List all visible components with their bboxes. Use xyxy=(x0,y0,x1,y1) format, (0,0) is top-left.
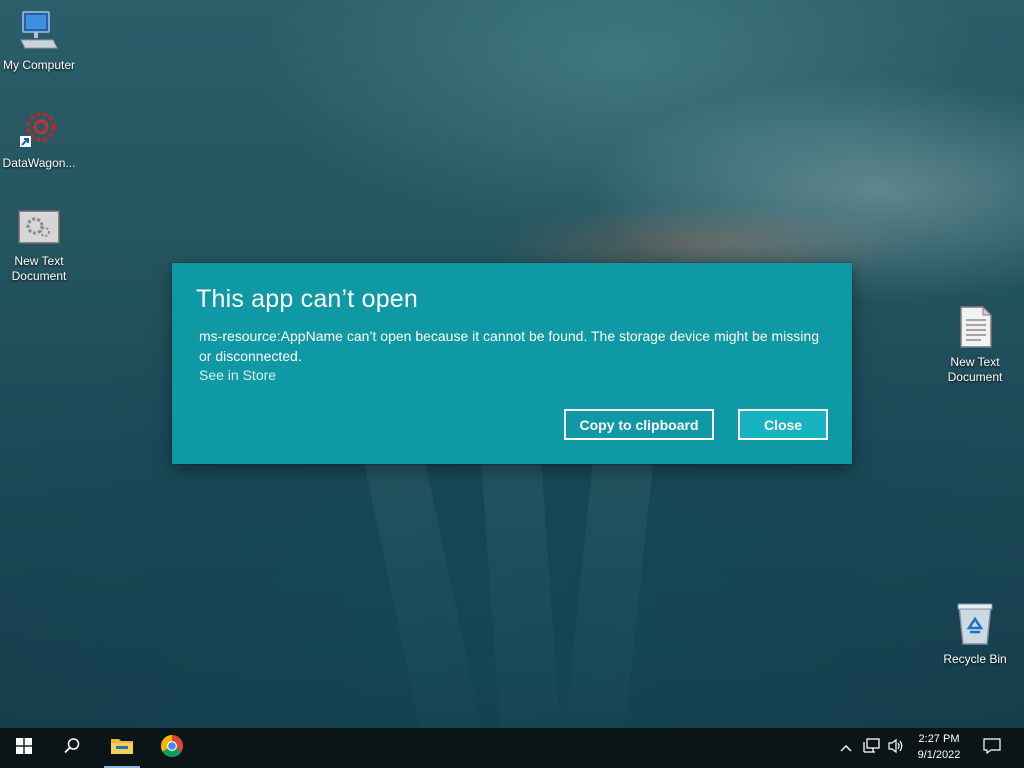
desktop-icon-label: New Text Document xyxy=(11,254,67,283)
desktop-icon-new-text-document-right[interactable]: New Text Document xyxy=(936,305,1014,385)
desktop-icon-label: New Text Document xyxy=(947,355,1003,384)
desktop-icon-datawagon[interactable]: DataWagon... xyxy=(0,108,78,171)
copy-to-clipboard-button[interactable]: Copy to clipboard xyxy=(564,409,714,440)
app-cant-open-dialog: This app can’t open ms-resource:AppName … xyxy=(172,263,852,464)
desktop-icon-label: DataWagon... xyxy=(2,156,76,170)
clock-time: 2:27 PM xyxy=(918,733,960,745)
speaker-icon xyxy=(887,738,905,759)
see-in-store-link[interactable]: See in Store xyxy=(199,367,276,383)
show-hidden-icons-button[interactable] xyxy=(838,738,854,758)
datawagon-shortcut-icon xyxy=(0,108,78,154)
notification-icon xyxy=(983,737,1001,759)
desktop: My Computer DataWagon... New Text Docume… xyxy=(0,0,1024,728)
settings-document-icon xyxy=(0,208,78,252)
search-button[interactable] xyxy=(48,728,96,768)
file-explorer-icon xyxy=(110,736,134,761)
computer-icon xyxy=(0,10,78,56)
network-icon xyxy=(863,737,881,759)
chrome-button[interactable] xyxy=(148,728,196,768)
desktop-icon-label: My Computer xyxy=(2,58,76,72)
clock[interactable]: 2:27 PM 9/1/2022 xyxy=(908,731,970,763)
network-button[interactable] xyxy=(862,737,882,759)
action-center-button[interactable] xyxy=(982,737,1002,759)
recycle-bin-icon xyxy=(936,602,1014,650)
text-document-icon xyxy=(936,305,1014,353)
volume-button[interactable] xyxy=(886,738,906,758)
close-button[interactable]: Close xyxy=(738,409,828,440)
dialog-message: ms-resource:AppName can’t open because i… xyxy=(199,328,819,364)
search-icon xyxy=(63,737,81,760)
file-explorer-button[interactable] xyxy=(98,728,146,768)
taskbar: 2:27 PM 9/1/2022 xyxy=(0,728,1024,768)
chrome-icon xyxy=(160,734,184,763)
start-icon xyxy=(16,737,32,759)
desktop-icon-label: Recycle Bin xyxy=(943,652,1007,666)
dialog-title: This app can’t open xyxy=(196,285,419,313)
clock-date: 9/1/2022 xyxy=(917,749,961,761)
start-button[interactable] xyxy=(0,728,48,768)
chevron-up-icon xyxy=(840,739,852,757)
desktop-icon-recycle-bin[interactable]: Recycle Bin xyxy=(936,602,1014,667)
desktop-icon-new-text-document[interactable]: New Text Document xyxy=(0,208,78,284)
desktop-icon-my-computer[interactable]: My Computer xyxy=(0,10,78,73)
